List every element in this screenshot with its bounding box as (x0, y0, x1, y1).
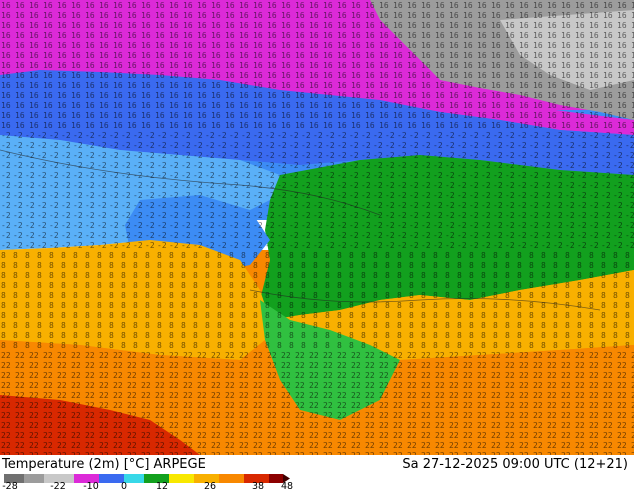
legend-tick: 12 (155, 481, 169, 492)
color-legend (4, 474, 290, 483)
legend-tick: -28 (2, 481, 18, 492)
legend-tick: -10 (83, 481, 99, 492)
legend-tick: -22 (50, 481, 66, 492)
legend-tick: 38 (251, 481, 265, 492)
map-footer: Temperature (2m) [°C] ARPEGE Sa 27-12-20… (0, 455, 634, 492)
temperature-map: 8 -2 16 22 (0, 0, 634, 455)
legend-tick: 26 (203, 481, 217, 492)
map-title: Temperature (2m) [°C] ARPEGE (2, 457, 206, 472)
map-canvas: 8 -2 16 22 (0, 0, 634, 455)
legend-tick: 48 (280, 481, 294, 492)
legend-tick: 0 (120, 481, 128, 492)
run-info: Sa 27-12-2025 09:00 UTC (12+21) (402, 457, 628, 472)
